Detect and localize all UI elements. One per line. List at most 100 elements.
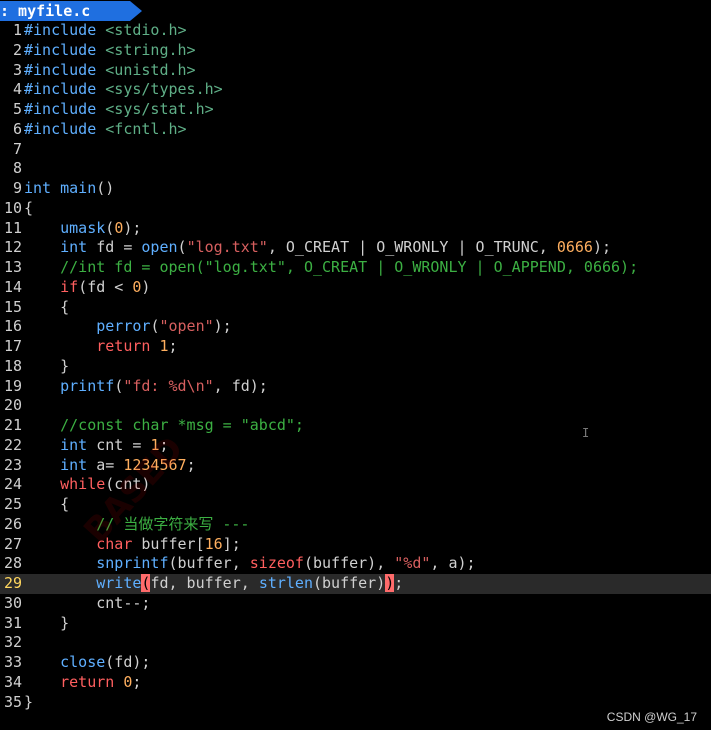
line-number: 24 xyxy=(3,475,22,494)
line-number: 31 xyxy=(3,613,22,632)
code-token: return xyxy=(96,337,151,355)
code-line[interactable]: 7 xyxy=(0,140,711,160)
file-tab[interactable]: : myfile.c xyxy=(0,1,130,21)
code-text: //const char *msg = "abcd"; xyxy=(24,416,304,434)
code-line[interactable]: 31 } xyxy=(0,614,711,634)
code-line[interactable]: 3 #include <unistd.h> xyxy=(0,61,711,81)
code-token: while xyxy=(60,475,106,494)
code-line[interactable]: 6 #include <fcntl.h> xyxy=(0,120,711,140)
line-number: 7 xyxy=(12,139,22,158)
code-token: // 当做字符来写 --- xyxy=(96,514,250,533)
line-number: 14 xyxy=(3,277,22,296)
code-text: while(cnt) xyxy=(24,475,150,493)
code-token: #include xyxy=(24,119,106,138)
code-token: cnt--; xyxy=(24,593,151,612)
code-text: snprintf(buffer, sizeof(buffer), "%d", a… xyxy=(24,554,475,573)
line-number: 28 xyxy=(3,554,22,573)
code-line[interactable]: 2 #include <string.h> xyxy=(0,41,711,61)
code-line[interactable]: 1 #include <stdio.h> xyxy=(0,21,711,41)
code-line[interactable]: 29 write(fd, buffer, strlen(buffer)); xyxy=(0,574,711,594)
code-token: snprintf xyxy=(96,554,169,573)
code-token: <fcntl.h> xyxy=(105,119,187,138)
code-line[interactable]: 32 xyxy=(0,633,711,653)
code-token: { xyxy=(24,198,34,217)
code-line[interactable]: 34 return 0; xyxy=(0,673,711,693)
code-token: (buffer), xyxy=(303,554,395,573)
code-line[interactable]: 23 int a= 1234567; xyxy=(0,456,711,476)
line-number: 32 xyxy=(3,633,22,652)
code-text: #include <fcntl.h> xyxy=(24,120,187,138)
code-token: char xyxy=(96,534,133,553)
line-number: 25 xyxy=(3,495,22,513)
code-token: int xyxy=(60,435,88,454)
code-text: { xyxy=(24,199,33,217)
code-text: #include <string.h> xyxy=(24,41,196,59)
code-text: char buffer[16]; xyxy=(24,535,241,553)
code-line[interactable]: 24 while(cnt) xyxy=(0,475,711,495)
code-line[interactable]: 13 //int fd = open("log.txt", O_CREAT | … xyxy=(0,258,711,278)
line-number: 9 xyxy=(12,179,22,197)
code-token: ); xyxy=(123,218,142,237)
code-text: int cnt = 1; xyxy=(24,435,168,454)
code-token: a= xyxy=(87,455,124,474)
line-number: 5 xyxy=(12,100,22,118)
code-token: <sys/types.h> xyxy=(105,80,223,99)
line-number: 27 xyxy=(3,534,22,553)
line-number: 13 xyxy=(3,258,22,276)
code-token: cnt = xyxy=(87,435,151,454)
code-text: #include <sys/stat.h> xyxy=(24,100,214,118)
line-number: 30 xyxy=(3,593,22,612)
code-line[interactable]: 4 #include <sys/types.h> xyxy=(0,80,711,100)
code-text: if(fd < 0) xyxy=(24,278,150,296)
code-token: strlen xyxy=(258,574,313,592)
code-line[interactable]: 10{ xyxy=(0,199,711,219)
code-line[interactable]: 9 int main() xyxy=(0,179,711,199)
code-line[interactable]: 30 cnt--; xyxy=(0,594,711,614)
code-line[interactable]: 8 xyxy=(0,159,711,179)
code-token: //const char *msg = "abcd"; xyxy=(60,416,304,434)
code-line[interactable]: 33 close(fd); xyxy=(0,653,711,673)
line-number: 21 xyxy=(3,416,22,434)
code-editor[interactable]: 1 #include <stdio.h> 2 #include <string.h> 3… xyxy=(0,21,711,712)
code-token: (cnt) xyxy=(105,475,151,494)
code-line[interactable]: 21 //const char *msg = "abcd"; xyxy=(0,416,711,436)
code-text: #include <sys/types.h> xyxy=(24,80,223,98)
code-text: { xyxy=(24,298,69,316)
code-token: "open" xyxy=(159,317,214,336)
code-token: int xyxy=(60,455,88,474)
code-line[interactable]: 22 int cnt = 1; xyxy=(0,436,711,456)
code-line[interactable]: 16 perror("open"); xyxy=(0,317,711,337)
code-line[interactable]: 25 { xyxy=(0,495,711,515)
line-number: 6 xyxy=(12,119,22,138)
code-line[interactable]: 12 int fd = open("log.txt", O_CREAT | O_… xyxy=(0,238,711,258)
code-line[interactable]: 15 { xyxy=(0,298,711,318)
code-token: #include xyxy=(24,60,106,79)
code-text: perror("open"); xyxy=(24,317,231,336)
code-line[interactable]: 17 return 1; xyxy=(0,337,711,357)
code-line[interactable]: 35} xyxy=(0,693,711,713)
code-line[interactable]: 5 #include <sys/stat.h> xyxy=(0,100,711,120)
code-line[interactable]: 11 umask(0); xyxy=(0,219,711,239)
code-line[interactable]: 28 snprintf(buffer, sizeof(buffer), "%d"… xyxy=(0,554,711,574)
code-line[interactable]: 19 printf("fd: %d\n", fd); xyxy=(0,377,711,397)
code-line[interactable]: 18 } xyxy=(0,357,711,377)
code-token: (buffer, xyxy=(168,554,250,573)
code-line[interactable]: 27 char buffer[16]; xyxy=(0,535,711,555)
code-token: //int fd = open("log.txt", O_CREAT | O_W… xyxy=(60,258,639,276)
code-line[interactable]: 26 // 当做字符来写 --- xyxy=(0,515,711,535)
code-line[interactable]: 20 xyxy=(0,396,711,416)
code-token: ; xyxy=(132,672,142,691)
code-token: <sys/stat.h> xyxy=(105,100,214,118)
code-text: #include <unistd.h> xyxy=(24,61,196,79)
code-line[interactable]: 14 if(fd < 0) xyxy=(0,278,711,298)
code-token: umask xyxy=(60,218,106,237)
